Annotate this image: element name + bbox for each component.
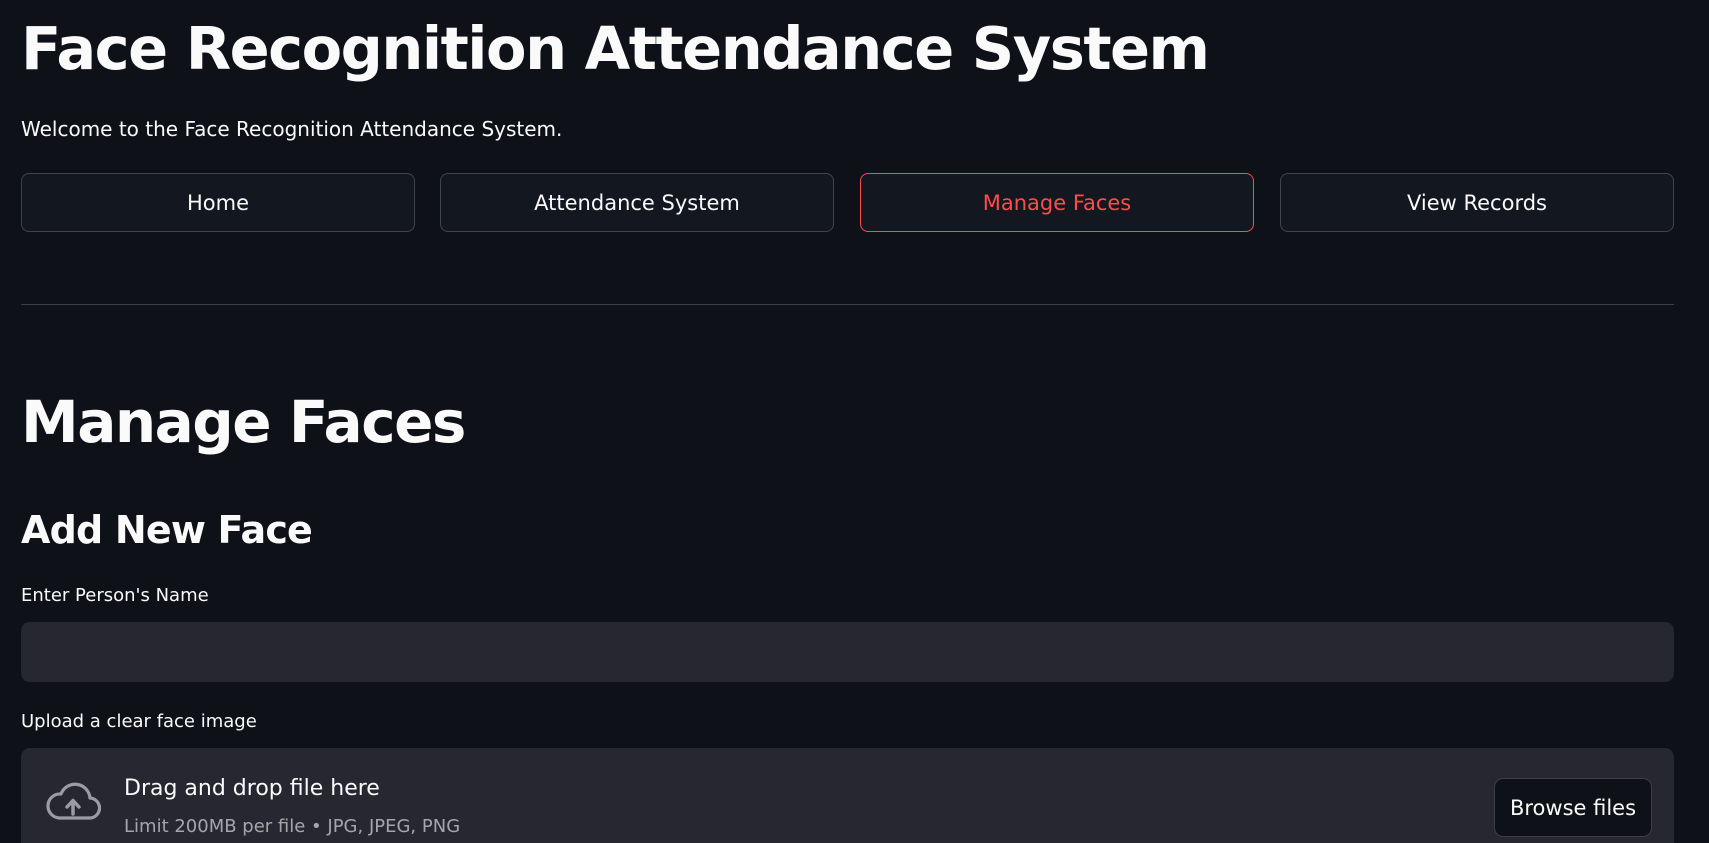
- nav-view-records-button[interactable]: View Records: [1280, 173, 1674, 232]
- person-name-input[interactable]: [21, 622, 1674, 682]
- nav-attendance-system-button[interactable]: Attendance System: [440, 173, 834, 232]
- browse-files-button[interactable]: Browse files: [1494, 778, 1652, 837]
- upload-label: Upload a clear face image: [21, 711, 257, 732]
- nav-home-button[interactable]: Home: [21, 173, 415, 232]
- dropzone-limit-text: Limit 200MB per file • JPG, JPEG, PNG: [124, 816, 461, 837]
- nav-manage-faces-button[interactable]: Manage Faces: [860, 173, 1254, 232]
- cloud-upload-icon: [46, 782, 102, 820]
- welcome-text: Welcome to the Face Recognition Attendan…: [21, 117, 563, 141]
- file-dropzone[interactable]: Drag and drop file here Limit 200MB per …: [21, 748, 1674, 843]
- app-page: Face Recognition Attendance System Welco…: [0, 0, 1709, 843]
- dropzone-instruction: Drag and drop file here: [124, 776, 380, 801]
- app-title: Face Recognition Attendance System: [21, 14, 1210, 83]
- section-divider: [21, 304, 1674, 305]
- page-title: Manage Faces: [21, 388, 466, 456]
- name-field-label: Enter Person's Name: [21, 585, 209, 606]
- section-subtitle: Add New Face: [21, 508, 313, 552]
